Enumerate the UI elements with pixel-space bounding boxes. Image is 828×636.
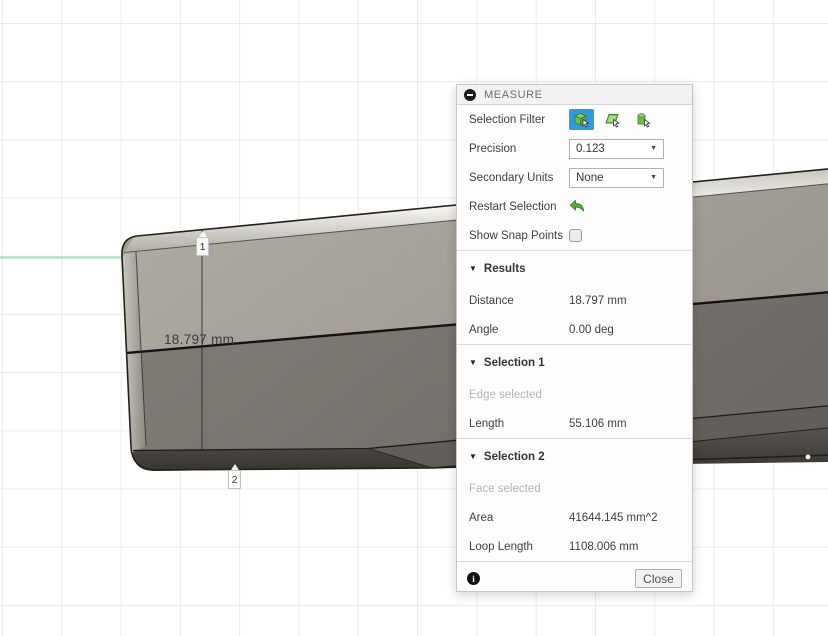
measure-dialog: MEASURE Selection Filter	[456, 84, 693, 592]
length-value: 55.106 mm	[569, 418, 627, 430]
selection-marker-2: 2	[228, 464, 241, 489]
select-face-filter-button[interactable]	[600, 109, 625, 130]
secondary-units-dropdown[interactable]: None ▼	[569, 168, 664, 188]
select-body-icon	[635, 111, 652, 128]
area-label: Area	[469, 512, 569, 524]
selection2-status: Face selected	[457, 474, 692, 503]
close-button[interactable]: Close	[635, 569, 682, 588]
selection-marker-1: 1	[196, 231, 209, 256]
restart-selection-row: Restart Selection	[457, 192, 692, 221]
distance-label: Distance	[469, 295, 569, 307]
selection-filter-label: Selection Filter	[469, 114, 569, 126]
restart-selection-label: Restart Selection	[469, 201, 569, 213]
cad-viewport[interactable]: 18.797 mm 1 2 MEASURE Selection Filter	[0, 0, 828, 636]
dialog-header[interactable]: MEASURE	[457, 85, 692, 105]
area-value: 41644.145 mm^2	[569, 512, 658, 524]
marker-label: 1	[196, 237, 209, 256]
select-solid-icon	[573, 111, 590, 128]
distance-annotation: 18.797 mm	[164, 332, 234, 347]
info-icon[interactable]: i	[467, 572, 480, 585]
select-body-filter-button[interactable]	[631, 109, 656, 130]
angle-value: 0.00 deg	[569, 324, 614, 336]
marker-label: 2	[228, 470, 241, 489]
loop-length-value: 1108.006 mm	[569, 541, 638, 553]
show-snap-points-row: Show Snap Points	[457, 221, 692, 250]
collapse-icon[interactable]	[464, 89, 476, 101]
undo-arrow-icon	[569, 199, 586, 214]
triangle-collapse-icon: ▼	[469, 452, 477, 461]
dialog-title: MEASURE	[484, 89, 543, 101]
distance-row: Distance 18.797 mm	[457, 286, 692, 315]
precision-label: Precision	[469, 143, 569, 155]
select-solid-filter-button[interactable]	[569, 109, 594, 130]
distance-value: 18.797 mm	[569, 295, 627, 307]
length-row: Length 55.106 mm	[457, 409, 692, 438]
results-section-header[interactable]: ▼ Results	[457, 251, 692, 286]
show-snap-points-checkbox[interactable]	[569, 229, 582, 242]
restart-selection-button[interactable]	[569, 198, 589, 216]
precision-row: Precision 0.123 ▼	[457, 134, 692, 163]
snap-point-dot	[806, 455, 811, 460]
selection2-section-header[interactable]: ▼ Selection 2	[457, 439, 692, 474]
selection-filter-group	[569, 109, 656, 130]
length-label: Length	[469, 418, 569, 430]
triangle-collapse-icon: ▼	[469, 264, 477, 273]
precision-value: 0.123	[576, 143, 650, 155]
chevron-down-icon: ▼	[650, 145, 657, 152]
secondary-units-label: Secondary Units	[469, 172, 569, 184]
selection1-header-label: Selection 1	[484, 357, 545, 369]
model-3d-view[interactable]	[0, 0, 828, 636]
loop-length-row: Loop Length 1108.006 mm	[457, 532, 692, 561]
selection-filter-row: Selection Filter	[457, 105, 692, 134]
show-snap-points-label: Show Snap Points	[469, 230, 569, 242]
area-row: Area 41644.145 mm^2	[457, 503, 692, 532]
selection1-status: Edge selected	[457, 380, 692, 409]
chevron-down-icon: ▼	[650, 174, 657, 181]
secondary-units-row: Secondary Units None ▼	[457, 163, 692, 192]
angle-label: Angle	[469, 324, 569, 336]
dialog-footer: i Close	[457, 561, 692, 595]
results-header-label: Results	[484, 263, 526, 275]
selection2-header-label: Selection 2	[484, 451, 545, 463]
selection1-section-header[interactable]: ▼ Selection 1	[457, 345, 692, 380]
secondary-units-value: None	[576, 172, 650, 184]
angle-row: Angle 0.00 deg	[457, 315, 692, 344]
loop-length-label: Loop Length	[469, 541, 569, 553]
select-face-icon	[604, 111, 621, 128]
precision-dropdown[interactable]: 0.123 ▼	[569, 139, 664, 159]
triangle-collapse-icon: ▼	[469, 358, 477, 367]
